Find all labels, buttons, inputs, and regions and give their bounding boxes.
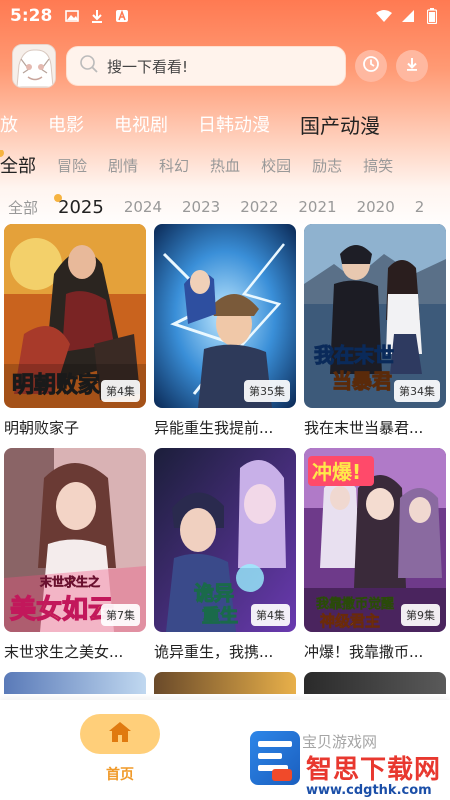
cover-image[interactable]: 我在末世 当暴君 第34集 (304, 224, 446, 408)
download-icon (403, 55, 421, 77)
svg-text:冲爆!: 冲爆! (312, 460, 361, 484)
svg-text:我靠撒币觉醒: 我靠撒币觉醒 (316, 596, 394, 612)
search-input[interactable]: 搜一下看看! (66, 46, 346, 86)
card-title[interactable]: 明朝败家子 (4, 416, 146, 440)
search-placeholder: 搜一下看看! (107, 57, 189, 76)
genre-action[interactable]: 热血 (210, 155, 240, 176)
year-2023[interactable]: 2023 (182, 198, 220, 216)
card-title[interactable]: 异能重生我提前... (154, 416, 296, 440)
card-title[interactable]: 末世求生之美女... (4, 640, 146, 664)
svg-text:明朝败家: 明朝败家 (12, 372, 101, 398)
genre-scifi[interactable]: 科幻 (159, 155, 189, 176)
avatar[interactable] (12, 44, 56, 88)
genre-inspirational[interactable]: 励志 (312, 155, 342, 176)
year-all[interactable]: 全部 (8, 197, 38, 218)
status-bar: 5:28 (0, 0, 450, 32)
content-card[interactable] (304, 672, 446, 694)
episode-badge: 第9集 (401, 604, 440, 626)
svg-text:当暴君: 当暴君 (332, 369, 392, 393)
svg-text:美女如云: 美女如云 (10, 594, 114, 625)
year-2020[interactable]: 2020 (357, 198, 395, 216)
svg-text:诡异: 诡异 (194, 581, 234, 605)
year-2025[interactable]: 2025 (54, 194, 104, 218)
tab-japan-korea-anime[interactable]: 日韩动漫 (198, 111, 270, 137)
card-title[interactable]: 我在末世当暴君... (304, 416, 446, 440)
year-2021[interactable]: 2021 (298, 198, 336, 216)
content-card[interactable] (4, 672, 146, 694)
cover-image[interactable] (304, 672, 446, 694)
content-card[interactable]: 诡异 重生 第4集 诡异重生，我携... (154, 448, 296, 664)
episode-badge: 第34集 (394, 380, 440, 402)
content-card[interactable]: 我在末世 当暴君 第34集 我在末世当暴君... (304, 224, 446, 440)
watermark-logo (250, 731, 300, 785)
tab-category[interactable]: 放 (0, 111, 18, 137)
svg-text:神级君主: 神级君主 (320, 612, 380, 630)
cover-image[interactable] (154, 672, 296, 694)
year-filter: 全部 2025 2024 2023 2022 2021 2020 2 (0, 194, 450, 220)
battery-icon (424, 8, 440, 24)
year-more[interactable]: 2 (415, 198, 425, 216)
genre-comedy[interactable]: 搞笑 (363, 155, 393, 176)
cover-image[interactable]: 第35集 (154, 224, 296, 408)
cover-image[interactable]: 冲爆! 我靠撒币觉醒 神级君主 第9集 (304, 448, 446, 632)
watermark-url: www.cdgthk.com (306, 783, 432, 798)
main-category-tabs: 放 电影 电视剧 日韩动漫 国产动漫 (0, 104, 450, 144)
content-card[interactable]: 明朝败家 第4集 明朝败家子 (4, 224, 146, 440)
year-2024[interactable]: 2024 (124, 198, 162, 216)
image-icon (64, 8, 80, 24)
cover-image[interactable]: 明朝败家 第4集 (4, 224, 146, 408)
content-card[interactable]: 末世求生之 美女如云 第7集 末世求生之美女... (4, 448, 146, 664)
cover-image[interactable]: 末世求生之 美女如云 第7集 (4, 448, 146, 632)
home-tab[interactable] (80, 714, 160, 754)
wifi-icon (376, 8, 392, 24)
active-dot (54, 194, 63, 202)
cover-image[interactable] (4, 672, 146, 694)
genre-school[interactable]: 校园 (261, 155, 291, 176)
genre-filter: 全部 冒险 剧情 科幻 热血 校园 励志 搞笑 (0, 150, 450, 180)
home-tab-label[interactable]: 首页 (80, 764, 160, 784)
content-card[interactable]: 冲爆! 我靠撒币觉醒 神级君主 第9集 冲爆！我靠撒币... (304, 448, 446, 664)
watermark-brand: 智思下载网 (306, 755, 442, 785)
download-button[interactable] (396, 50, 428, 82)
episode-badge: 第7集 (101, 604, 140, 626)
watermark: 宝贝游戏网 智思下载网 www.cdgthk.com (250, 705, 450, 800)
history-icon (362, 55, 380, 77)
genre-drama[interactable]: 剧情 (108, 155, 138, 176)
content-card[interactable] (154, 672, 296, 694)
signal-icon (400, 8, 416, 24)
status-time: 5:28 (10, 6, 53, 26)
genre-all[interactable]: 全部 (0, 150, 36, 178)
search-icon (79, 54, 99, 78)
history-button[interactable] (355, 50, 387, 82)
content-card[interactable]: 第35集 异能重生我提前... (154, 224, 296, 440)
a-icon (114, 8, 130, 24)
tab-domestic-anime[interactable]: 国产动漫 (300, 110, 380, 139)
episode-badge: 第35集 (244, 380, 290, 402)
card-title[interactable]: 冲爆！我靠撒币... (304, 640, 446, 664)
genre-adventure[interactable]: 冒险 (57, 155, 87, 176)
tab-movie[interactable]: 电影 (48, 111, 84, 137)
card-title[interactable]: 诡异重生，我携... (154, 640, 296, 664)
download-icon (89, 8, 105, 24)
svg-text:我在末世: 我在末世 (314, 343, 394, 367)
app-header: 搜一下看看! (0, 40, 450, 92)
home-icon (108, 721, 132, 747)
episode-badge: 第4集 (251, 604, 290, 626)
svg-text:重生: 重生 (202, 605, 238, 627)
cover-image[interactable]: 诡异 重生 第4集 (154, 448, 296, 632)
content-grid: 明朝败家 第4集 明朝败家子 第35集 异能重生我提前... 我在末世 当暴君 … (4, 224, 446, 694)
svg-text:末世求生之: 末世求生之 (40, 574, 100, 589)
episode-badge: 第4集 (101, 380, 140, 402)
tab-tv-series[interactable]: 电视剧 (114, 111, 168, 137)
year-2022[interactable]: 2022 (240, 198, 278, 216)
